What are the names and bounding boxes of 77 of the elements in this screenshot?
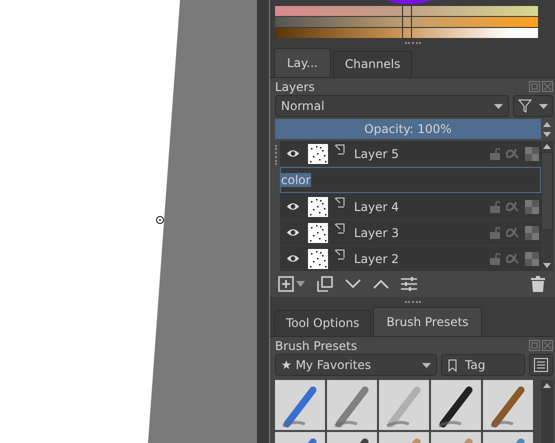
scroll-up-icon[interactable] (543, 144, 551, 149)
brush-preset-thumbnail[interactable] (275, 380, 325, 430)
alpha-icon[interactable] (506, 227, 519, 238)
tab[interactable]: Brush Presets (373, 307, 482, 336)
spin-up-icon[interactable] (543, 122, 551, 126)
caret-icon (494, 104, 503, 108)
view-menu-button[interactable] (529, 354, 553, 376)
brush-preset-thumbnail[interactable] (431, 380, 481, 430)
bookmark-icon (448, 358, 457, 372)
tab[interactable]: Tool Options (274, 310, 372, 336)
duplicate-layer-icon[interactable] (317, 276, 333, 292)
close-icon[interactable] (542, 81, 553, 92)
layer-thumbnail (308, 248, 328, 268)
checker-icon[interactable] (525, 226, 539, 240)
tab[interactable]: Lay... (274, 48, 331, 77)
eye-icon[interactable] (286, 253, 300, 264)
lock-icon[interactable] (490, 226, 500, 238)
caret-icon (422, 362, 431, 368)
float-icon[interactable] (529, 340, 540, 351)
rename-field[interactable]: color (280, 167, 541, 193)
eye-icon[interactable] (286, 201, 300, 212)
checker-icon[interactable] (525, 200, 539, 214)
checker-icon[interactable] (525, 146, 539, 160)
splitter-handle[interactable] (404, 42, 420, 44)
tag-button[interactable]: Tag (441, 354, 525, 376)
filter-button[interactable] (513, 95, 553, 117)
opacity-slider[interactable]: Opacity: 100% (275, 119, 541, 139)
filter-icon (518, 99, 532, 113)
move-up-icon[interactable] (373, 279, 389, 289)
close-icon[interactable] (542, 340, 553, 351)
layer-thumbnail (308, 222, 328, 242)
brush-preset-thumbnail[interactable] (379, 380, 429, 430)
panel-title: Layers (275, 80, 315, 94)
float-icon[interactable] (529, 81, 540, 92)
layer-type-icon (334, 197, 345, 208)
brush-preset-thumbnail[interactable] (483, 380, 533, 430)
eye-icon[interactable] (286, 148, 300, 159)
scroll-up-icon[interactable] (543, 383, 551, 388)
alpha-icon[interactable] (506, 253, 519, 264)
layer-type-icon (334, 249, 345, 260)
layer-thumbnail (308, 144, 328, 164)
splitter-handle[interactable] (404, 301, 420, 303)
layer-name: Layer 3 (354, 226, 400, 240)
scroll-down-icon[interactable] (543, 263, 551, 268)
lock-icon[interactable] (490, 200, 500, 212)
canvas-scrollbar[interactable] (257, 0, 269, 443)
layer-name: Layer 2 (354, 252, 400, 266)
alpha-icon[interactable] (506, 148, 519, 159)
checker-icon[interactable] (525, 252, 539, 266)
tag-dropdown[interactable]: ★ My Favorites (275, 354, 437, 376)
list-icon (534, 358, 548, 372)
lock-icon[interactable] (490, 148, 500, 160)
brush-cursor-icon (156, 216, 164, 224)
color-slider[interactable] (275, 28, 538, 38)
move-down-icon[interactable] (345, 279, 361, 289)
caret-icon (539, 104, 548, 108)
color-slider[interactable] (275, 17, 538, 27)
layer-type-icon (334, 223, 345, 234)
delete-icon[interactable] (531, 276, 545, 292)
eye-icon[interactable] (286, 227, 300, 238)
layer-name: Layer 5 (354, 146, 400, 160)
lock-icon[interactable] (490, 252, 500, 264)
brush-preset-thumbnail[interactable] (327, 380, 377, 430)
scrollbar-thumb[interactable] (541, 152, 553, 230)
panel-title: Brush Presets (275, 338, 358, 352)
slider-handle[interactable] (402, 27, 412, 39)
layer-thumbnail (308, 196, 328, 216)
layer-type-icon (334, 144, 345, 155)
layer-name: Layer 4 (354, 200, 400, 214)
caret-icon[interactable] (296, 281, 305, 287)
color-slider[interactable] (275, 6, 538, 16)
blend-mode-dropdown[interactable]: Normal (275, 95, 509, 117)
alpha-icon[interactable] (506, 201, 519, 212)
tab[interactable]: Channels (332, 51, 412, 77)
properties-icon[interactable] (401, 276, 417, 292)
spin-down-icon[interactable] (543, 132, 551, 136)
add-layer-icon[interactable] (278, 276, 294, 292)
